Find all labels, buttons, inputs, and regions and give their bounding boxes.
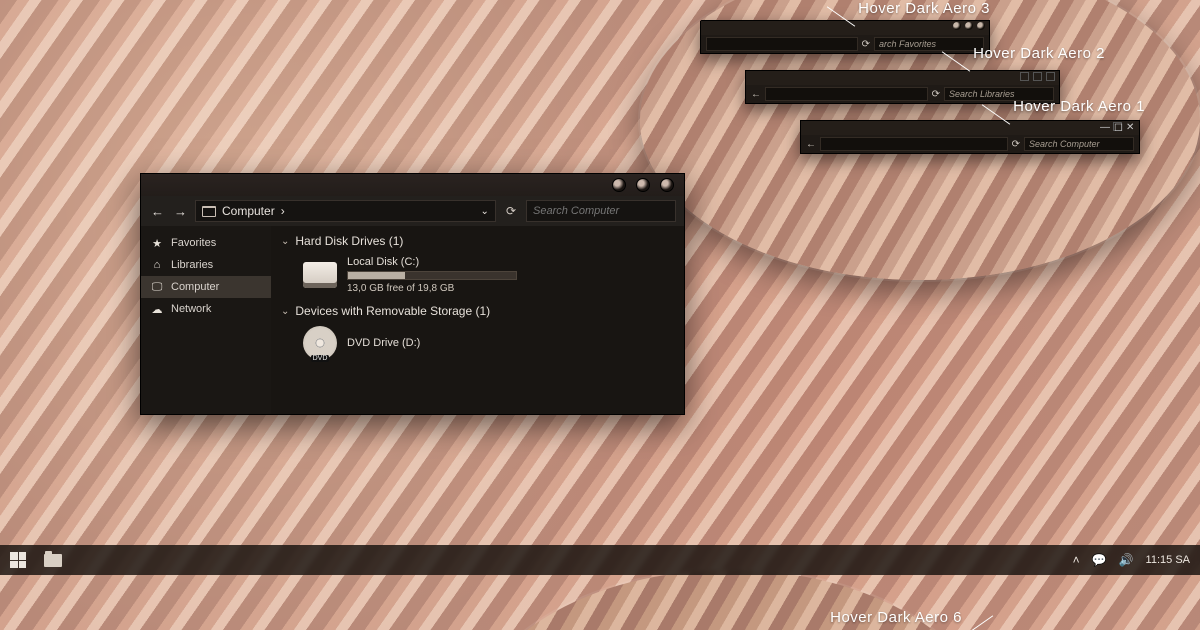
refresh-icon[interactable]: ⟳ [932, 89, 940, 100]
group-label: Hard Disk Drives (1) [295, 234, 403, 248]
group-label: Devices with Removable Storage (1) [295, 304, 490, 318]
mini-breadcrumb [765, 87, 928, 101]
preview-window-1: — ☐ ✕ ← ⟳ Search Computer [800, 120, 1140, 154]
minimize-icon[interactable]: — [1100, 122, 1109, 131]
drive-name: Local Disk (C:) [347, 256, 517, 268]
sidebar-item-label: Network [171, 303, 211, 315]
group-hdd[interactable]: ⌄ Hard Disk Drives (1) [271, 230, 684, 252]
label-aero-1: Hover Dark Aero 1 [975, 98, 1145, 115]
showcase-bubble-top: ⟳ arch Favorites ← ⟳ Search Libraries — … [640, 0, 1200, 280]
sidebar-item-label: Computer [171, 281, 219, 293]
tray-action-center-icon[interactable]: 💬 [1092, 553, 1107, 567]
group-removable[interactable]: ⌄ Devices with Removable Storage (1) [271, 300, 684, 322]
sidebar: ★ Favorites ⌂ Libraries 🖵 Computer ☁ Net… [141, 226, 271, 414]
chevron-down-icon: ⌄ [281, 306, 289, 317]
chevron-down-icon: ⌄ [281, 236, 289, 247]
sidebar-item-network[interactable]: ☁ Network [141, 298, 271, 320]
hdd-icon [303, 262, 337, 288]
search-input[interactable] [526, 200, 676, 222]
drive-dvd[interactable]: DVD DVD Drive (D:) [271, 322, 684, 366]
minimize-button[interactable] [612, 178, 626, 192]
chevron-right-icon: › [281, 204, 285, 218]
back-icon[interactable]: ← [806, 139, 816, 150]
label-aero-6: Hover Dark Aero 6 [830, 609, 1000, 626]
close-button[interactable] [660, 178, 674, 192]
dvd-tag: DVD [311, 355, 330, 362]
mini-breadcrumb [706, 37, 858, 51]
capacity-fill [348, 272, 405, 279]
refresh-button[interactable]: ⟳ [502, 204, 520, 218]
tray-volume-icon[interactable]: 🔊 [1119, 553, 1134, 567]
forward-button[interactable]: → [172, 204, 189, 219]
breadcrumb[interactable]: Computer › ⌄ [195, 200, 496, 222]
capacity-bar [347, 271, 517, 280]
label-aero-2: Hover Dark Aero 2 [935, 45, 1105, 62]
tray-chevron-up-icon[interactable]: ˄ [1073, 553, 1080, 567]
content-pane: ⌄ Hard Disk Drives (1) Local Disk (C:) 1… [271, 226, 684, 414]
back-icon[interactable]: ← [751, 89, 761, 100]
computer-icon [202, 206, 216, 217]
refresh-icon[interactable]: ⟳ [862, 39, 870, 50]
titlebar[interactable] [141, 174, 684, 196]
mini-search[interactable]: Search Computer [1024, 137, 1134, 151]
taskbar-clock[interactable]: 11:15 SA [1146, 554, 1190, 566]
maximize-button[interactable] [636, 178, 650, 192]
sidebar-item-computer[interactable]: 🖵 Computer [141, 276, 271, 298]
drive-local-c[interactable]: Local Disk (C:) 13,0 GB free of 19,8 GB [271, 252, 684, 300]
sidebar-item-libraries[interactable]: ⌂ Libraries [141, 254, 271, 276]
capacity-text: 13,0 GB free of 19,8 GB [347, 283, 517, 294]
close-icon[interactable]: ✕ [1126, 122, 1135, 131]
network-icon: ☁ [151, 303, 163, 315]
taskbar-explorer-button[interactable] [44, 554, 62, 567]
sidebar-item-label: Favorites [171, 237, 216, 249]
address-bar: ← → Computer › ⌄ ⟳ [141, 196, 684, 226]
refresh-icon[interactable]: ⟳ [1012, 139, 1020, 150]
maximize-icon[interactable]: ☐ [1113, 122, 1122, 131]
sidebar-item-favorites[interactable]: ★ Favorites [141, 232, 271, 254]
sidebar-item-label: Libraries [171, 259, 213, 271]
back-button[interactable]: ← [149, 204, 166, 219]
dvd-icon: DVD [303, 326, 337, 360]
explorer-window[interactable]: ← → Computer › ⌄ ⟳ ★ Favorites ⌂ Librari… [140, 173, 685, 415]
desktop: ⟳ arch Favorites ← ⟳ Search Libraries — … [0, 0, 1200, 630]
star-icon: ★ [151, 237, 163, 249]
home-icon: ⌂ [151, 259, 163, 271]
mini-breadcrumb [820, 137, 1008, 151]
taskbar[interactable]: ˄ 💬 🔊 11:15 SA [0, 545, 1200, 575]
drive-name: DVD Drive (D:) [347, 337, 420, 349]
computer-icon: 🖵 [151, 281, 163, 293]
label-aero-3: Hover Dark Aero 3 [820, 0, 990, 17]
dropdown-icon[interactable]: ⌄ [481, 206, 489, 217]
start-button[interactable] [10, 552, 26, 568]
breadcrumb-text: Computer [222, 204, 275, 218]
